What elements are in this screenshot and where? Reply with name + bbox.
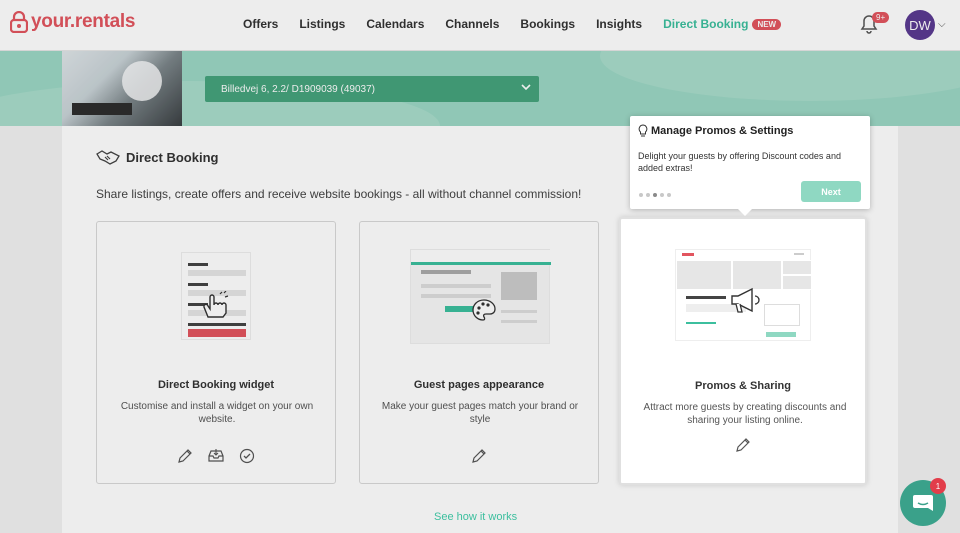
listing-photo-table [72,103,132,115]
step-dot[interactable] [660,193,664,197]
nav-item-listings[interactable]: Listings [299,17,345,31]
chevron-down-icon [521,84,531,91]
feature-description: Customise and install a widget on your o… [120,401,314,425]
logo-text: your.rentals [31,11,136,32]
lightbulb-icon [638,124,648,137]
nav-item-offers[interactable]: Offers [243,17,278,31]
nav-item-channels[interactable]: Channels [445,17,499,31]
pencil-icon[interactable] [735,437,751,453]
feature-actions [97,448,335,464]
notification-count-badge: 9+ [872,12,890,23]
feature-description: Make your guest pages match your brand o… [381,401,579,425]
feature-actions [621,437,865,453]
chat-unread-badge: 1 [930,478,946,494]
feature-card-direct-booking-widget[interactable]: Direct Booking widget Customise and inst… [96,221,336,484]
step-dot[interactable] [646,193,650,197]
nav-item-direct-booking-label: Direct Booking [663,17,749,31]
handshake-icon [96,150,120,165]
tooltip-step-dots [639,193,671,197]
listing-photo [62,51,182,126]
step-dot[interactable] [667,193,671,197]
listing-select-value: Billedvej 6, 2.2/ D1909039 (49037) [221,83,375,95]
chat-icon [913,495,933,511]
check-circle-icon[interactable] [239,448,255,464]
feature-title: Promos & Sharing [695,380,791,392]
nav-links: Offers Listings Calendars Channels Booki… [243,17,823,31]
pencil-icon[interactable] [471,448,487,464]
feature-actions [360,448,598,464]
hand-pointer-icon [203,291,229,318]
tooltip-title: Manage Promos & Settings [638,124,793,138]
see-how-it-works-link[interactable]: See how it works [434,511,517,523]
nav-item-direct-booking[interactable]: Direct Booking NEW [663,17,802,31]
guest-pages-illustration [410,249,551,344]
top-navigation: your.rentals Offers Listings Calendars C… [0,0,960,51]
tooltip-body: Delight your guests by offering Discount… [638,151,841,173]
section-title-text: Direct Booking [126,149,219,165]
avatar[interactable]: DW [905,10,935,40]
logo[interactable]: your.rentals [10,11,135,33]
megaphone-icon [731,287,760,313]
feature-card-promos-sharing[interactable]: Promos & Sharing Attract more guests by … [619,217,867,485]
banner-wave-decoration [600,51,960,101]
feature-description: Attract more guests by creating discount… [643,402,847,426]
section-description: Share listings, create offers and receiv… [96,187,582,201]
nav-item-calendars[interactable]: Calendars [366,17,424,31]
new-badge: NEW [752,19,782,30]
pencil-icon[interactable] [177,448,193,464]
onboarding-tooltip: Manage Promos & Settings Delight your gu… [630,116,870,216]
tooltip-caret [738,209,752,216]
feature-title: Direct Booking widget [157,379,275,391]
nav-item-bookings[interactable]: Bookings [520,17,575,31]
lock-logo-icon [10,11,28,33]
listing-select[interactable]: Billedvej 6, 2.2/ D1909039 (49037) [205,76,539,102]
section-title: Direct Booking [96,149,218,165]
chevron-down-icon[interactable]: ⌵ [938,19,946,30]
widget-illustration [181,252,251,340]
inbox-icon[interactable] [207,448,225,464]
next-button[interactable]: Next [801,181,861,202]
feature-card-guest-pages-appearance[interactable]: Guest pages appearance Make your guest p… [359,221,599,484]
listing-photo-lamp [122,61,162,101]
palette-icon [472,299,496,321]
feature-title: Guest pages appearance [413,379,545,391]
step-dot[interactable] [639,193,643,197]
nav-item-insights[interactable]: Insights [596,17,642,31]
tooltip-title-text: Manage Promos & Settings [651,125,794,137]
step-dot-active[interactable] [653,193,657,197]
promos-illustration [675,249,812,341]
